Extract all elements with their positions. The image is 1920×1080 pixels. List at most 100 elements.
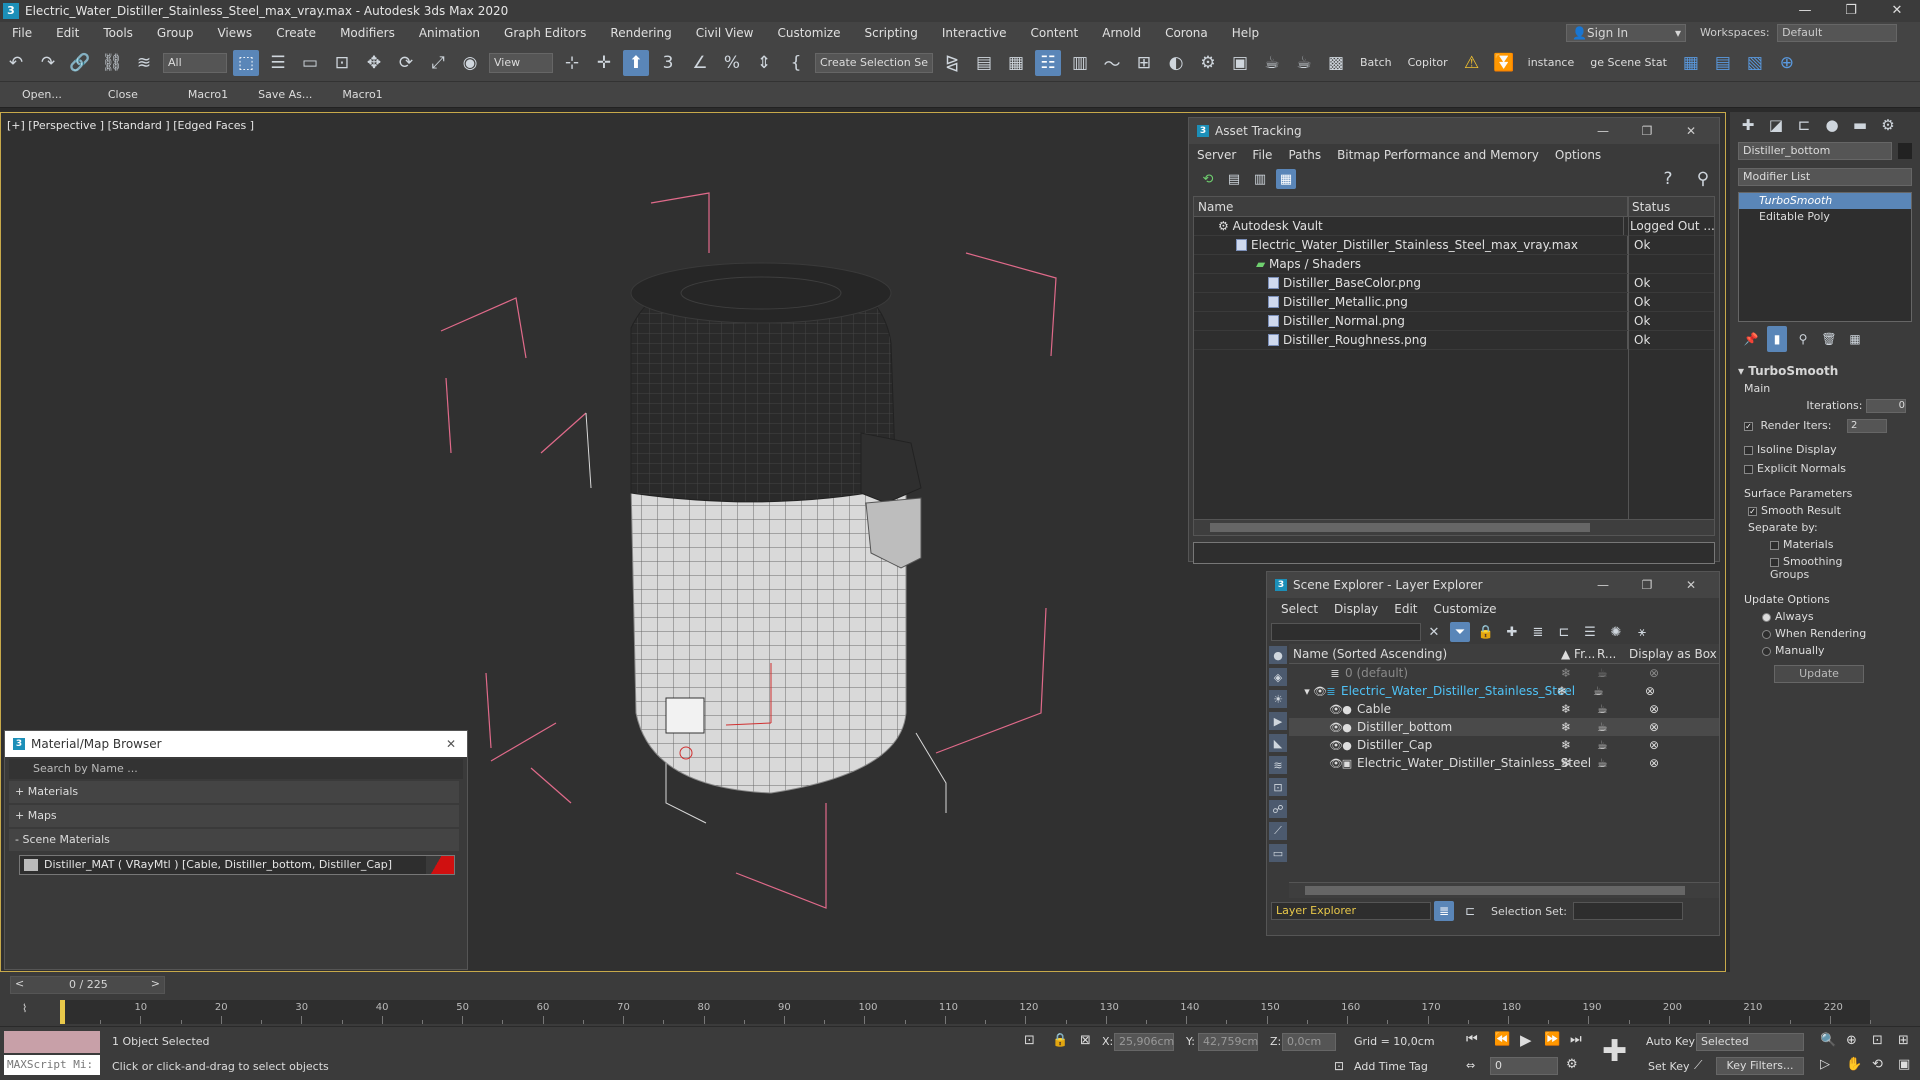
cameras-filter-icon[interactable]: ▶ [1269,712,1287,730]
key-mode-icon[interactable]: ⇔ [1466,1059,1475,1072]
column-render[interactable]: R... [1597,647,1629,661]
find-input[interactable] [1271,623,1421,641]
curve-editor-icon[interactable]: ⌇ [22,1002,27,1015]
goto-end-icon[interactable]: ⏭ [1570,1032,1582,1047]
xrefs-filter-icon[interactable]: ☍ [1269,800,1287,818]
maxscript-listener-box[interactable] [4,1031,100,1053]
set-key-button[interactable]: Set Key [1648,1060,1690,1073]
highlight-icon[interactable]: ✺ [1606,619,1626,645]
key-filter-icon[interactable]: ⟋ [1694,1058,1702,1073]
zoom-all-icon[interactable]: ⊕ [1846,1033,1857,1048]
scene-stat-button[interactable]: ge Scene Stat [1590,56,1667,69]
maximize-button[interactable]: ❐ [1625,572,1669,598]
bind-spacewarp-icon[interactable]: ≋ [131,50,157,76]
menu-help[interactable]: Help [1220,22,1271,44]
instance-button[interactable]: instance [1528,56,1575,69]
show-end-result-icon[interactable]: ▮ [1767,326,1787,352]
render-iters-spinner[interactable]: 2 [1846,419,1887,433]
pan-icon[interactable]: ✋ [1846,1057,1862,1072]
box-icon[interactable]: ⊗ [1649,666,1659,680]
table-row[interactable]: Distiller_Roughness.png Ok [1194,331,1714,350]
table-row[interactable]: Distiller_Metallic.png Ok [1194,293,1714,312]
menu-content[interactable]: Content [1019,22,1091,44]
freeze-icon[interactable]: ❄ [1561,720,1597,734]
help-icon[interactable]: ? [1655,166,1681,192]
prev-frame-icon[interactable]: < [15,977,24,990]
align-icon[interactable]: ▤ [971,50,997,76]
hierarchy-tab-icon[interactable]: ⊏ [1793,112,1815,138]
display-tab-icon[interactable]: ▬ [1849,112,1871,138]
lights-filter-icon[interactable]: ☀ [1269,690,1287,708]
eye-icon[interactable]: 👁 [1329,757,1343,770]
material-browser-titlebar[interactable]: 3 Material/Map Browser ✕ [5,731,467,757]
goto-start-icon[interactable]: ⏮ [1466,1032,1478,1047]
add-layer-icon[interactable]: ✚ [1502,619,1522,645]
table-view-icon[interactable]: ▦ [1276,169,1296,189]
workspaces-dropdown[interactable]: Default [1777,24,1898,42]
time-config-icon[interactable]: ⚙ [1566,1057,1578,1072]
expand-chevron-icon[interactable]: ▾ [1301,685,1313,698]
render-teapot-icon[interactable]: ☕ [1593,684,1645,698]
warning-icon[interactable]: ⚠ [1459,50,1485,76]
zoom-icon[interactable]: 🔍 [1820,1033,1836,1048]
pivot-center-icon[interactable]: ⊹ [559,50,585,76]
prev-key-icon[interactable]: ⏪ [1494,1032,1510,1047]
select-by-name-icon[interactable]: ☰ [265,50,291,76]
table-row[interactable]: Distiller_Normal.png Ok [1194,312,1714,331]
render-frame-icon[interactable]: ▣ [1227,50,1253,76]
reference-coordinate-dropdown[interactable]: View [489,52,553,73]
refresh-icon[interactable]: ⟲ [1198,169,1218,189]
filter-icon[interactable]: ⏷ [1450,622,1470,642]
table-row[interactable]: Electric_Water_Distiller_Stainless_Steel… [1194,236,1714,255]
select-manipulate-icon[interactable]: ✛ [591,50,617,76]
minimize-button[interactable]: — [1581,118,1625,144]
scene-explorer-titlebar[interactable]: 3 Scene Explorer - Layer Explorer — ❐ ✕ [1267,572,1719,598]
utilities-tab-icon[interactable]: ⚙ [1877,112,1899,138]
bones-filter-icon[interactable]: ⟋ [1269,822,1287,840]
set-key-plus-icon[interactable]: ✚ [1602,1037,1627,1067]
y-coordinate-field[interactable]: 42,759cm [1198,1033,1258,1051]
render-teapot-icon[interactable]: ☕ [1597,702,1649,716]
update-button[interactable]: Update [1774,665,1864,683]
material-item[interactable]: Distiller_MAT ( VRayMtl ) [Cable, Distil… [19,855,455,875]
rotate-icon[interactable]: ⟳ [393,50,419,76]
render-teapot-icon[interactable]: ☕ [1597,720,1649,734]
move-icon[interactable]: ✥ [361,50,387,76]
snaps-toggle-icon[interactable]: 3 [655,50,681,76]
motion-tab-icon[interactable]: ● [1821,112,1843,138]
list-item[interactable]: ▾ 👁 ≣ Electric_Water_Distiller_Stainless_… [1289,682,1719,700]
named-selection-dropdown[interactable]: Create Selection Se [815,52,933,73]
close-button[interactable]: ✕ [1669,572,1713,598]
always-radio[interactable] [1762,612,1771,622]
scene-explorer-icon[interactable]: ▦ [1003,50,1029,76]
time-cursor[interactable] [60,1000,65,1024]
field-of-view-icon[interactable]: ▷ [1820,1057,1830,1072]
materials-checkbox[interactable] [1770,540,1779,550]
window-crossing-icon[interactable]: ⊡ [329,50,355,76]
pin-stack-icon[interactable]: 📌 [1741,326,1761,352]
link-icon[interactable]: 🔗 [67,50,93,76]
column-display-as-box[interactable]: Display as Box [1629,647,1717,661]
menu-server[interactable]: Server [1189,148,1244,162]
render-iters-checkbox[interactable]: ✓ [1744,421,1753,431]
current-frame-field[interactable]: 0 [1490,1057,1558,1075]
render-teapot-icon[interactable]: ☕ [1597,738,1649,752]
when-rendering-radio[interactable] [1762,629,1771,639]
play-icon[interactable]: ▶ [1520,1031,1532,1049]
zoom-extents-all-icon[interactable]: ⊞ [1898,1033,1909,1048]
freeze-icon[interactable]: ❄ [1561,702,1597,716]
iterations-spinner[interactable]: 0 [1866,399,1906,413]
close-button[interactable]: ✕ [1669,118,1713,144]
toggle-icon-b[interactable]: ▧ [1742,50,1768,76]
maximize-viewport-icon[interactable]: ▣ [1898,1057,1910,1072]
batch-button[interactable]: Batch [1360,56,1392,69]
menu-modifiers[interactable]: Modifiers [328,22,407,44]
macro1-button[interactable]: Macro1 [188,88,228,101]
pin-icon[interactable]: ⚲ [1690,166,1716,192]
spinner-snap-icon[interactable]: ⇕ [751,50,777,76]
sync-icon[interactable]: ⚹ [1632,619,1652,645]
keyboard-shortcut-override-icon[interactable]: ⬆ [623,49,649,76]
key-filters-button[interactable]: Key Filters... [1716,1057,1804,1075]
turbosmooth-rollout[interactable]: ▾ TurboSmooth [1738,364,1912,378]
menu-rendering[interactable]: Rendering [598,22,683,44]
